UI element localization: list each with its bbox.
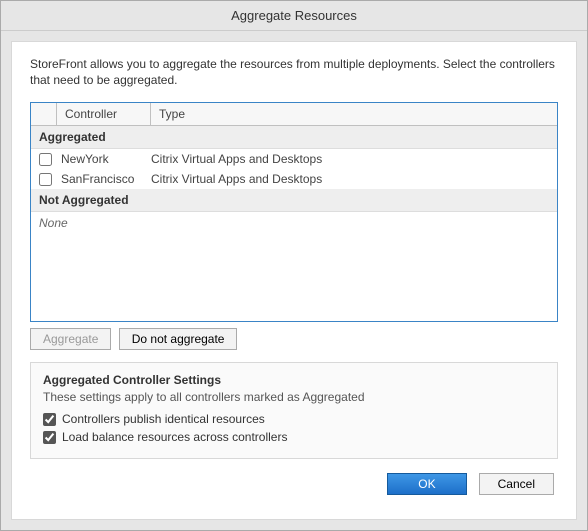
- table-body: Aggregated NewYork Citrix Virtual Apps a…: [31, 126, 557, 321]
- header-type[interactable]: Type: [151, 103, 557, 125]
- row-controller: NewYork: [61, 152, 151, 166]
- dialog-footer: OK Cancel: [30, 473, 558, 495]
- table-row[interactable]: NewYork Citrix Virtual Apps and Desktops: [31, 149, 557, 169]
- header-controller[interactable]: Controller: [57, 103, 151, 125]
- aggregate-buttons: Aggregate Do not aggregate: [30, 328, 558, 350]
- settings-title: Aggregated Controller Settings: [43, 373, 545, 387]
- header-checkbox-col: [31, 103, 57, 125]
- aggregated-controller-settings: Aggregated Controller Settings These set…: [30, 362, 558, 459]
- table-header-row: Controller Type: [31, 103, 557, 126]
- row-type: Citrix Virtual Apps and Desktops: [151, 172, 549, 186]
- none-row: None: [31, 212, 557, 234]
- section-not-aggregated: Not Aggregated: [31, 189, 557, 212]
- load-balance-checkbox[interactable]: [43, 431, 56, 444]
- controllers-table: Controller Type Aggregated NewYork Citri…: [30, 102, 558, 322]
- identical-resources-label: Controllers publish identical resources: [62, 412, 265, 426]
- dialog-window: Aggregate Resources StoreFront allows yo…: [0, 0, 588, 531]
- load-balance-label: Load balance resources across controller…: [62, 430, 287, 444]
- dialog-title: Aggregate Resources: [1, 1, 587, 31]
- row-type: Citrix Virtual Apps and Desktops: [151, 152, 549, 166]
- do-not-aggregate-button[interactable]: Do not aggregate: [119, 328, 238, 350]
- dialog-body: StoreFront allows you to aggregate the r…: [11, 41, 577, 520]
- identical-resources-checkbox[interactable]: [43, 413, 56, 426]
- ok-button[interactable]: OK: [387, 473, 466, 495]
- intro-text: StoreFront allows you to aggregate the r…: [30, 56, 558, 88]
- section-aggregated: Aggregated: [31, 126, 557, 149]
- setting-identical-resources[interactable]: Controllers publish identical resources: [43, 412, 545, 426]
- row-checkbox[interactable]: [39, 153, 52, 166]
- row-checkbox[interactable]: [39, 173, 52, 186]
- table-row[interactable]: SanFrancisco Citrix Virtual Apps and Des…: [31, 169, 557, 189]
- row-checkbox-wrap: [39, 153, 57, 166]
- aggregate-button[interactable]: Aggregate: [30, 328, 111, 350]
- row-checkbox-wrap: [39, 173, 57, 186]
- setting-load-balance[interactable]: Load balance resources across controller…: [43, 430, 545, 444]
- settings-desc: These settings apply to all controllers …: [43, 390, 545, 404]
- row-controller: SanFrancisco: [61, 172, 151, 186]
- cancel-button[interactable]: Cancel: [479, 473, 554, 495]
